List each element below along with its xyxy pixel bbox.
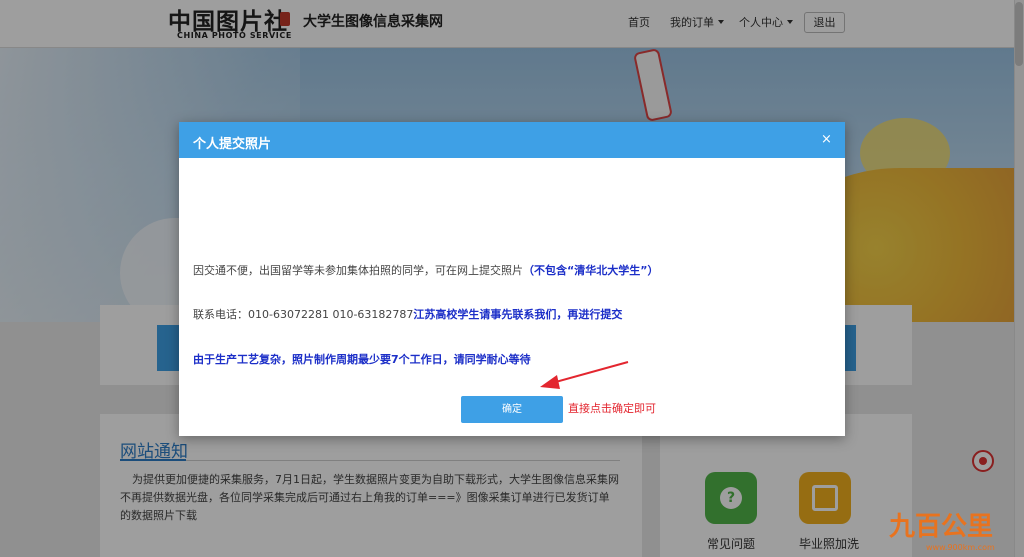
watermark-url: www.900km.com [926,543,995,552]
modal-contact-line: 联系电话：010-63072281 010-63182787江苏高校学生请事先联… [193,306,622,322]
contact-note: 江苏高校学生请事先联系我们，再进行提交 [413,308,623,321]
close-icon[interactable]: × [821,132,832,147]
modal-header: 个人提交照片 × [179,122,845,158]
confirm-button[interactable]: 确定 [461,396,563,423]
eligibility-text: 因交通不便，出国留学等未参加集体拍照的同学，可在网上提交照片 [193,264,523,277]
modal-production-line: 由于生产工艺复杂，照片制作周期最少要7个工作日，请同学耐心等待 [193,351,531,367]
eligibility-exclusion: （不包含“清华北大学生”） [523,264,659,277]
modal-title: 个人提交照片 [193,137,272,152]
production-note: 由于生产工艺复杂，照片制作周期最少要7个工作日，请同学耐心等待 [193,353,531,366]
contact-phone: 联系电话：010-63072281 010-63182787 [193,308,414,321]
modal-eligibility-line: 因交通不便，出国留学等未参加集体拍照的同学，可在网上提交照片（不包含“清华北大学… [193,262,658,278]
submit-photo-modal: 个人提交照片 × 因交通不便，出国留学等未参加集体拍照的同学，可在网上提交照片（… [179,122,845,436]
annotation-text: 直接点击确定即可 [568,402,656,415]
watermark-logo: 九百公里 [889,512,994,542]
